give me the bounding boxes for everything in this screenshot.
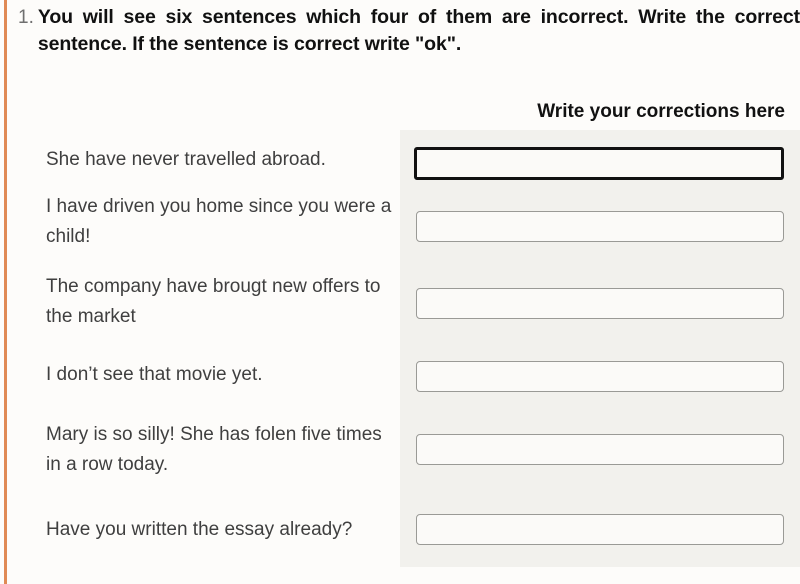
list-marker: 1. (18, 7, 34, 28)
sentence-item-2: I have driven you home since you were a … (46, 196, 392, 247)
left-accent-stripe (4, 0, 7, 584)
answer-input-1[interactable] (414, 147, 784, 180)
corrections-column-heading: Write your corrections here (537, 101, 785, 122)
sentence-item-4: I don’t see that movie yet. (46, 364, 263, 385)
answer-input-3[interactable] (416, 288, 784, 319)
sentence-item-6: Have you written the essay already? (46, 519, 353, 540)
answer-input-5[interactable] (416, 434, 784, 465)
answers-panel (400, 130, 800, 567)
answer-input-2[interactable] (416, 211, 784, 242)
sentence-item-3: The company have brougt new offers to th… (46, 276, 381, 327)
instruction-block: 1. You will see six sentences which four… (18, 4, 800, 58)
worksheet-page: 1. You will see six sentences which four… (0, 0, 800, 584)
sentence-item-5: Mary is so silly! She has folen five tim… (46, 424, 382, 475)
answer-input-6[interactable] (416, 514, 784, 545)
answer-input-4[interactable] (416, 361, 784, 392)
sentence-item-1: She have never travelled abroad. (46, 149, 326, 170)
instruction-text: You will see six sentences which four of… (37, 6, 800, 55)
